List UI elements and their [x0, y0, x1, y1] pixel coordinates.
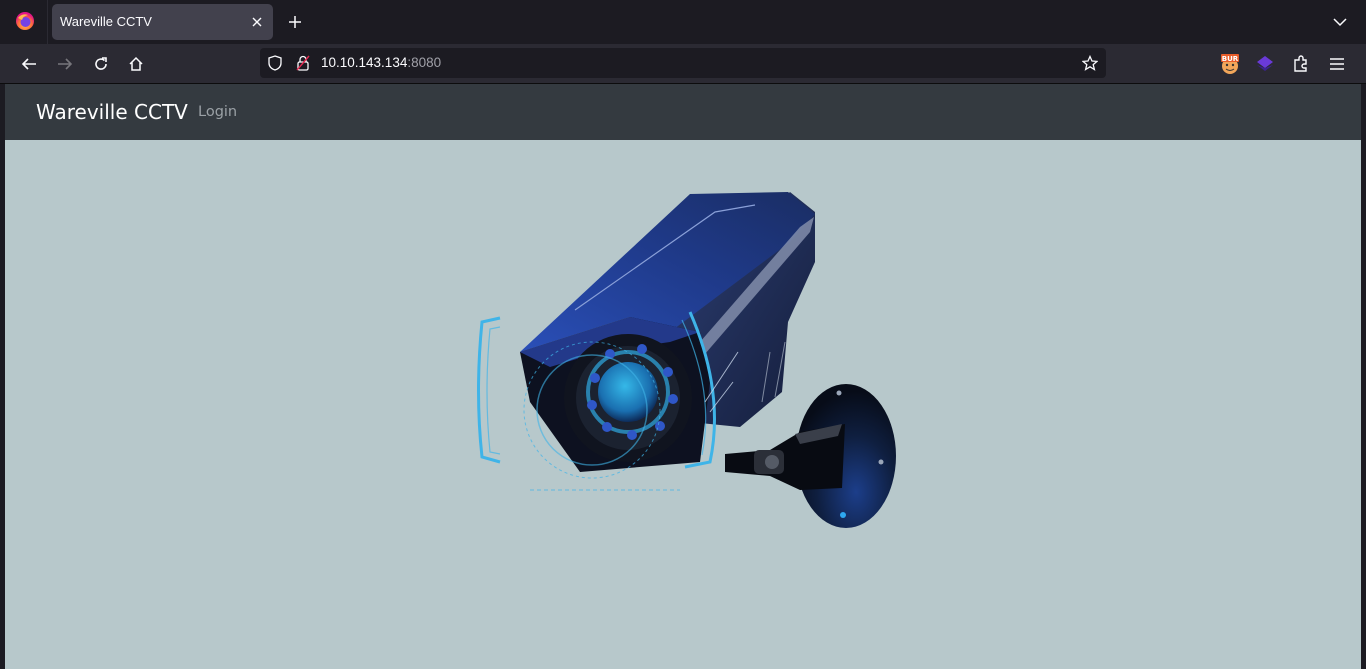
tab-wareville-cctv[interactable]: Wareville CCTV: [52, 4, 273, 40]
puzzle-icon[interactable]: [1288, 51, 1314, 77]
close-icon[interactable]: [247, 12, 267, 32]
tab-strip: Wareville CCTV: [0, 0, 1366, 44]
reload-icon[interactable]: [88, 51, 114, 77]
home-icon[interactable]: [123, 51, 149, 77]
url-text: 10.10.143.134:8080: [321, 55, 441, 70]
navigation-toolbar: 10.10.143.134:8080 BUR: [0, 44, 1366, 84]
lock-icon[interactable]: [293, 53, 313, 73]
cctv-camera-illustration: [470, 192, 900, 532]
site-navbar: Wareville CCTV Login: [5, 84, 1361, 140]
menu-icon[interactable]: [1324, 51, 1350, 77]
extension-icon[interactable]: [1252, 51, 1278, 77]
page-viewport: Wareville CCTV Login: [5, 84, 1361, 669]
shield-icon[interactable]: [265, 53, 285, 73]
site-brand[interactable]: Wareville CCTV: [36, 100, 188, 124]
window-edge-right: [1361, 84, 1366, 669]
chevron-down-icon[interactable]: [1328, 10, 1352, 34]
back-icon[interactable]: [16, 51, 42, 77]
star-icon[interactable]: [1080, 53, 1100, 73]
burp-extension-icon[interactable]: BUR: [1217, 51, 1243, 77]
plus-icon[interactable]: [283, 10, 307, 34]
url-port: :8080: [407, 55, 442, 70]
forward-icon[interactable]: [52, 51, 78, 77]
tab-title: Wareville CCTV: [60, 14, 152, 29]
firefox-icon[interactable]: [14, 10, 36, 32]
burp-badge-text: BUR: [1222, 55, 1239, 63]
login-link[interactable]: Login: [198, 104, 237, 120]
tab-separator: [47, 0, 48, 44]
url-host: 10.10.143.134: [321, 55, 408, 70]
url-bar[interactable]: 10.10.143.134:8080: [260, 48, 1106, 78]
